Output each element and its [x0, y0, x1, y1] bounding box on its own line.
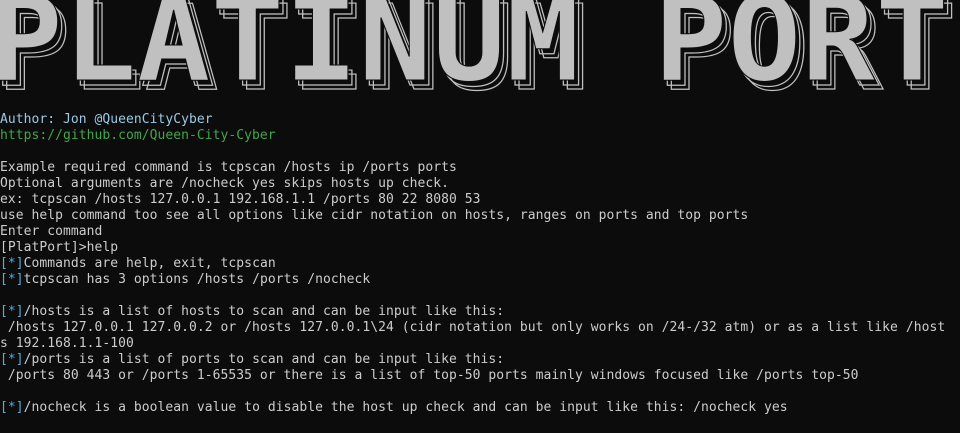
help-ports-line: [*]/ports is a list of ports to scan and… — [0, 352, 960, 368]
hosts-example-line: /hosts 127.0.0.1 127.0.0.2 or /hosts 127… — [0, 320, 946, 335]
info-marker: [*] — [0, 400, 24, 415]
enter-command-label: Enter command — [0, 224, 103, 239]
help-nocheck-line: [*]/nocheck is a boolean value to disabl… — [0, 400, 960, 416]
console-output: Author: Jon @QueenCityCyber https://gith… — [0, 112, 960, 416]
intro-line-required: Example required command is tcpscan /hos… — [0, 160, 457, 175]
banner-graphic: PLATINUM PORT PLATINUM PORT PLATINUM POR… — [0, 0, 958, 104]
help-hosts-text: /hosts is a list of hosts to scan and ca… — [23, 304, 505, 319]
command-prompt-line[interactable]: [PlatPort]>help — [0, 240, 960, 256]
hosts-example-continued: s 192.168.1.1-100 — [0, 336, 134, 351]
intro-line-example: ex: tcpscan /hosts 127.0.0.1 192.168.1.1… — [0, 192, 481, 207]
info-marker: [*] — [0, 352, 24, 367]
info-marker: [*] — [0, 304, 24, 319]
help-nocheck-text: /nocheck is a boolean value to disable t… — [23, 400, 788, 415]
help-ports-text: /ports is a list of ports to scan and ca… — [23, 352, 505, 367]
banner-title: PLATINUM PORT — [0, 0, 949, 104]
intro-line-help-hint: use help command too see all options lik… — [0, 208, 749, 223]
terminal-window[interactable]: PLATINUM PORT PLATINUM PORT PLATINUM POR… — [0, 0, 960, 433]
intro-line-optional: Optional arguments are /nocheck yes skip… — [0, 176, 449, 191]
entered-command: help — [86, 240, 119, 255]
help-commands-line: [*]Commands are help, exit, tcpscan — [0, 256, 960, 272]
help-tcpscan-text: tcpscan has 3 options /hosts /ports /noc… — [23, 272, 371, 287]
ascii-art-banner: PLATINUM PORT PLATINUM PORT PLATINUM POR… — [0, 0, 960, 104]
help-hosts-line: [*]/hosts is a list of hosts to scan and… — [0, 304, 960, 320]
help-tcpscan-line: [*]tcpscan has 3 options /hosts /ports /… — [0, 272, 960, 288]
github-link[interactable]: https://github.com/Queen-City-Cyber — [0, 128, 960, 144]
info-marker: [*] — [0, 256, 24, 271]
prompt: [PlatPort]> — [0, 240, 87, 255]
ports-example-line: /ports 80 443 or /ports 1-65535 or there… — [0, 368, 859, 383]
help-commands-text: Commands are help, exit, tcpscan — [23, 256, 276, 271]
author-line: Author: Jon @QueenCityCyber — [0, 112, 213, 127]
info-marker: [*] — [0, 272, 24, 287]
